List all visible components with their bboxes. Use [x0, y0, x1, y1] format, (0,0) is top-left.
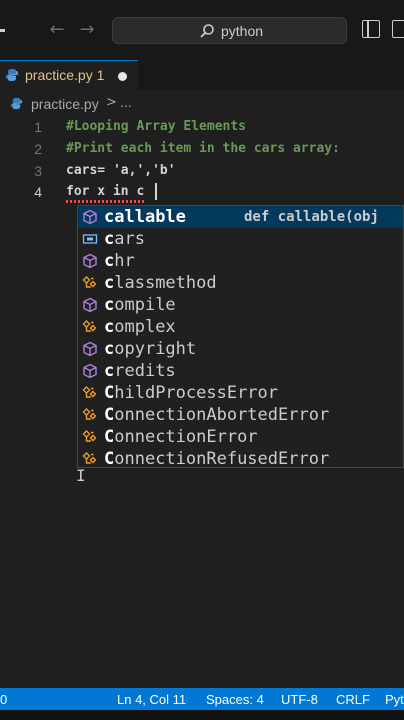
tab-bar: practice.py 1 — [0, 60, 404, 91]
status-language[interactable]: Pyt — [385, 692, 404, 707]
cube-icon — [82, 363, 98, 379]
status-indentation[interactable]: Spaces: 4 — [206, 692, 264, 707]
python-file-icon — [10, 97, 23, 110]
cube-icon — [82, 253, 98, 269]
suggestion-item[interactable]: callable def callable(obj — [78, 206, 403, 228]
suggestion-label: copyright — [104, 339, 197, 359]
class-icon — [82, 429, 98, 445]
mouse-ibeam-icon: I — [76, 466, 86, 485]
status-eol[interactable]: CRLF — [336, 692, 370, 707]
suggestion-label: chr — [104, 251, 135, 271]
toggle-panel-icon[interactable] — [392, 20, 404, 38]
python-file-icon — [5, 69, 19, 81]
suggestion-label: cars — [104, 229, 145, 249]
arrow-left-icon[interactable]: ← — [46, 17, 68, 43]
code-line[interactable]: for x in c — [66, 184, 144, 199]
cube-icon — [82, 209, 98, 225]
chevron-right-icon: > — [106, 95, 117, 110]
line-number: 3 — [34, 163, 42, 179]
suggestion-label: ConnectionRefusedError — [104, 449, 330, 469]
suggestion-label: ConnectionAbortedError — [104, 405, 330, 425]
suggestion-item[interactable]: chr — [78, 250, 403, 272]
suggestion-item[interactable]: ConnectionError — [78, 426, 403, 448]
toggle-sidebar-icon[interactable] — [362, 20, 380, 38]
status-encoding[interactable]: UTF-8 — [281, 692, 318, 707]
class-icon — [82, 451, 98, 467]
suggestion-label: compile — [104, 295, 176, 315]
bottom-edge — [0, 710, 404, 720]
code-line[interactable]: #Print each item in the cars array: — [66, 141, 340, 156]
suggestion-label: classmethod — [104, 273, 217, 293]
tab-practice-py[interactable]: practice.py 1 — [0, 60, 138, 90]
status-cursor-position[interactable]: Ln 4, Col 11 — [117, 692, 186, 707]
line-number: 4 — [34, 184, 42, 200]
command-center-search[interactable]: python — [112, 17, 347, 44]
code-line[interactable]: cars= 'a,','b' — [66, 163, 176, 178]
suggestion-item[interactable]: ChildProcessError — [78, 382, 403, 404]
code-line[interactable]: #Looping Array Elements — [66, 119, 246, 134]
suggestion-label: ConnectionError — [104, 427, 258, 447]
class-icon — [82, 385, 98, 401]
status-bar: 0 Ln 4, Col 11 Spaces: 4 UTF-8 CRLF Pyt — [0, 688, 404, 710]
suggest-widget: callable def callable(obj cars chr classmeth… — [77, 205, 404, 470]
breadcrumb: practice.py > ... — [0, 90, 404, 116]
suggestion-item[interactable]: complex — [78, 316, 403, 338]
search-icon — [200, 24, 214, 38]
suggestion-item[interactable]: ConnectionRefusedError — [78, 448, 403, 470]
cube-icon — [82, 297, 98, 313]
class-icon — [82, 275, 98, 291]
suggestion-label: complex — [104, 317, 176, 337]
class-icon — [82, 319, 98, 335]
breadcrumb-more[interactable]: ... — [120, 94, 132, 110]
line-number: 2 — [34, 141, 42, 157]
suggestion-item[interactable]: ConnectionAbortedError — [78, 404, 403, 426]
variable-icon — [82, 231, 98, 247]
search-text: python — [221, 23, 264, 39]
suggestion-label: ChildProcessError — [104, 383, 279, 403]
suggestion-item[interactable]: copyright — [78, 338, 403, 360]
suggestion-item[interactable]: compile — [78, 294, 403, 316]
menu-edge[interactable] — [0, 29, 5, 32]
cube-icon — [82, 341, 98, 357]
line-number: 1 — [34, 119, 42, 135]
arrow-right-icon[interactable]: → — [76, 17, 98, 43]
breadcrumb-file[interactable]: practice.py — [31, 96, 99, 112]
unsaved-dot-icon[interactable] — [118, 72, 127, 81]
suggestion-label: callable — [104, 207, 186, 227]
suggestion-item[interactable]: cars — [78, 228, 403, 250]
tab-label: practice.py 1 — [25, 67, 105, 83]
class-icon — [82, 407, 98, 423]
title-bar: ← → python — [0, 0, 404, 61]
text-cursor — [155, 183, 157, 200]
suggestion-label: credits — [104, 361, 176, 381]
suggestion-detail: def callable(obj — [244, 209, 379, 225]
suggestion-item[interactable]: classmethod — [78, 272, 403, 294]
error-squiggle — [66, 200, 144, 203]
suggestion-item[interactable]: credits — [78, 360, 403, 382]
status-problems[interactable]: 0 — [0, 692, 7, 707]
